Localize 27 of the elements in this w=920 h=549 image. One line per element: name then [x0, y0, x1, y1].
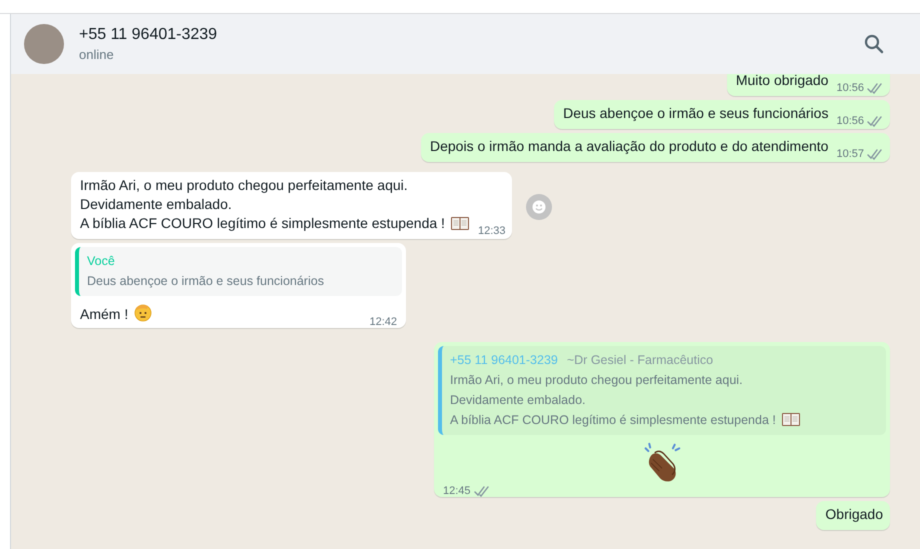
- search-icon[interactable]: [864, 34, 884, 54]
- quoted-text: Deus abençoe o irmão e seus funcionários: [87, 273, 325, 290]
- quoted-message[interactable]: +55 11 96401-3239 ~Dr Gesiel - Farmacêutico Irmão Ari, o meu produto chegou perfeitamente aqui. Devidamente embalado. A bíblia ACF COURO legítimo é simplesmente estupenda !: [438, 346, 886, 435]
- quoted-author-alias: ~Dr Gesiel - Farmacêutico: [566, 353, 714, 367]
- smiley-icon: [532, 200, 546, 214]
- message-time: 12:45: [443, 485, 471, 497]
- message-text: Obrigado: [825, 505, 883, 524]
- message-text: Deus abençoe o irmão e seus funcionários: [563, 104, 828, 123]
- message-time: 10:57: [836, 148, 864, 160]
- open-book-icon: [780, 411, 801, 427]
- contact-name[interactable]: +55 11 96401-3239: [79, 26, 864, 44]
- contact-status: online: [79, 47, 115, 62]
- quoted-author: +55 11 96401-3239: [450, 353, 558, 367]
- contact-avatar[interactable]: [24, 24, 64, 64]
- message-time: 10:56: [836, 115, 864, 127]
- message-time: 12:42: [369, 316, 397, 328]
- message-text: Depois o irmão manda a avaliação do produto e do atendimento: [430, 137, 828, 156]
- quoted-author: Você: [87, 254, 115, 268]
- message-text: Irmão Ari, o meu produto chegou perfeitamente aqui. Devidamente embalado. A bíblia ACF COURO legítimo é simplesmente estupenda !: [80, 176, 470, 233]
- quoted-text: Irmão Ari, o meu produto chegou perfeitamente aqui. Devidamente embalado. A bíblia ACF COURO legítimo é simplesmente estupenda !: [450, 370, 876, 430]
- message-time: 12:33: [478, 225, 506, 237]
- message-time: 10:56: [836, 82, 864, 94]
- open-book-icon: [450, 215, 470, 231]
- emoji-reaction-button[interactable]: [526, 194, 552, 220]
- message-text: Amém !: [80, 302, 154, 324]
- message-text: Muito obrigado: [736, 74, 828, 90]
- quoted-message[interactable]: Você Deus abençoe o irmão e seus funcionários: [75, 247, 402, 296]
